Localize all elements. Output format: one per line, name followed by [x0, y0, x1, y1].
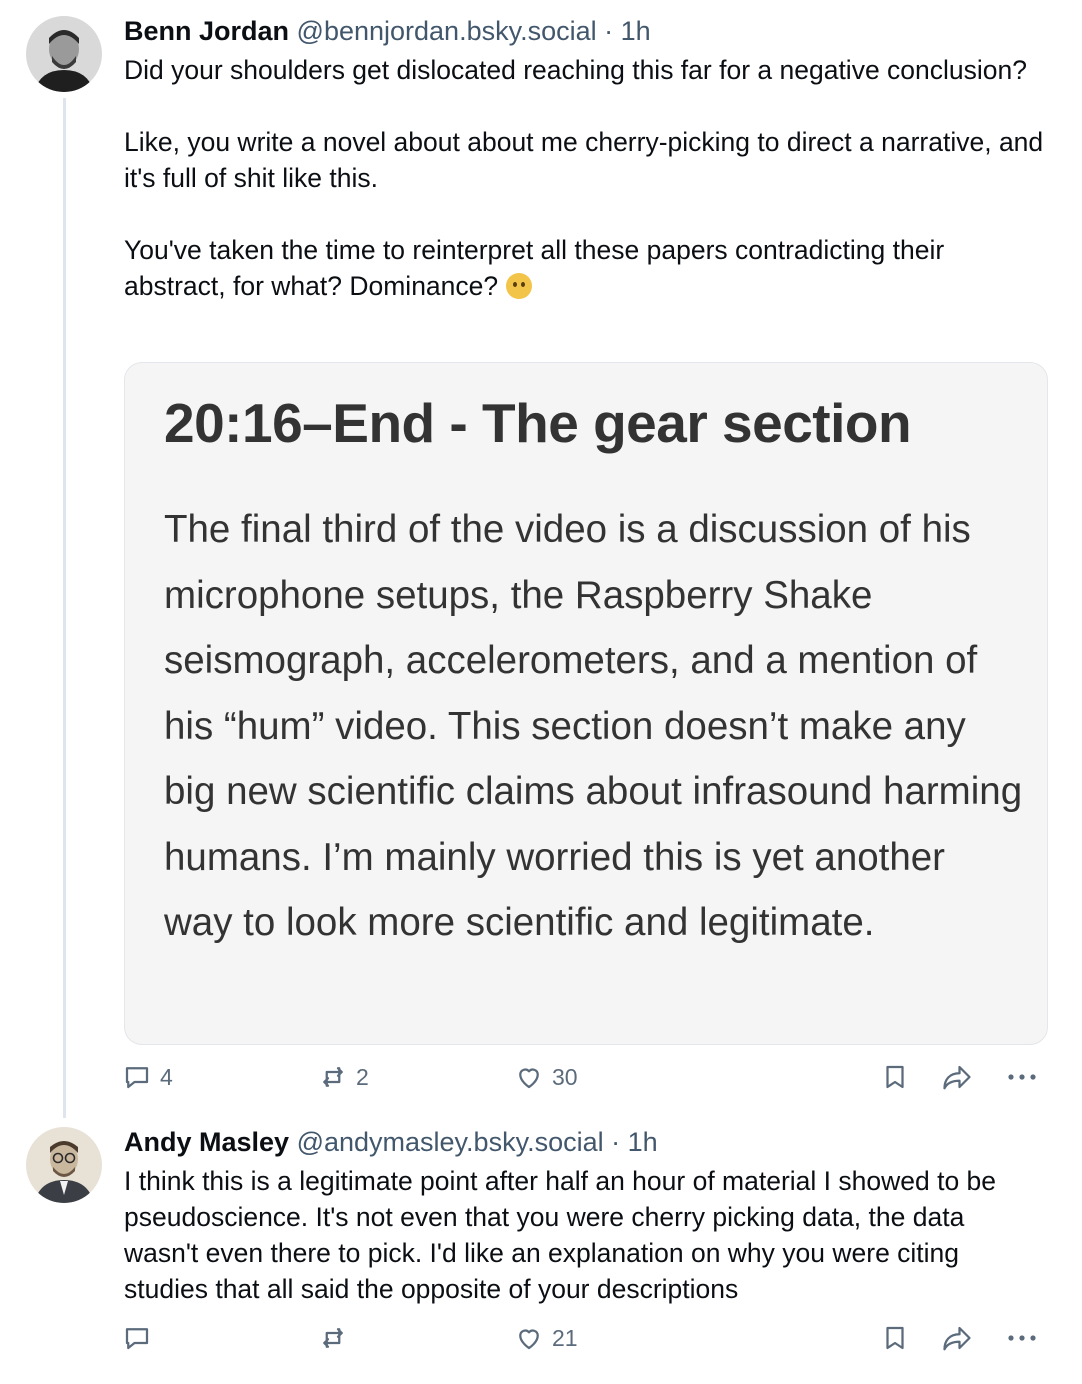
- reply-button[interactable]: 4: [122, 1062, 173, 1092]
- author-handle[interactable]: @andymasley.bsky.social: [297, 1127, 604, 1157]
- more-icon: [1008, 1074, 1036, 1080]
- avatar[interactable]: [26, 16, 102, 92]
- bookmark-icon: [886, 1326, 904, 1350]
- embed-title: 20:16–End - The gear section: [164, 392, 912, 454]
- post-paragraph: Like, you write a novel about about me c…: [124, 127, 1044, 193]
- author-name[interactable]: Andy Masley: [124, 1127, 289, 1157]
- image-embed[interactable]: 20:16–End - The gear section The final t…: [124, 362, 1048, 1045]
- thread-line: [63, 98, 66, 1118]
- post-text: I think this is a legitimate point after…: [124, 1163, 1044, 1307]
- meta-separator: ·: [611, 1127, 621, 1157]
- repost-button[interactable]: [318, 1323, 356, 1353]
- share-icon: [943, 1326, 971, 1351]
- post-text: Did your shoulders get dislocated reachi…: [124, 52, 1044, 304]
- repost-icon: [323, 1067, 343, 1087]
- reply-button[interactable]: [122, 1323, 160, 1353]
- more-icon: [1008, 1335, 1036, 1341]
- embed-body: The final third of the video is a discus…: [164, 508, 1023, 944]
- post-time[interactable]: 1h: [628, 1127, 658, 1157]
- author-name[interactable]: Benn Jordan: [124, 16, 289, 46]
- author-handle[interactable]: @bennjordan.bsky.social: [297, 16, 597, 46]
- more-options-button[interactable]: [1006, 1323, 1038, 1353]
- reply-icon: [125, 1067, 149, 1089]
- share-icon: [943, 1065, 971, 1090]
- post-time[interactable]: 1h: [621, 16, 651, 46]
- repost-icon: [323, 1328, 343, 1348]
- reply-icon: [125, 1328, 149, 1350]
- repost-count: 2: [356, 1063, 369, 1090]
- meta-separator: ·: [604, 16, 614, 46]
- like-count: 30: [552, 1063, 578, 1090]
- more-options-button[interactable]: [1006, 1062, 1038, 1092]
- post-actions: 4 2 30: [118, 1062, 1048, 1102]
- reply-count: 4: [160, 1063, 173, 1090]
- like-button[interactable]: 21: [514, 1323, 578, 1353]
- like-icon: [519, 1329, 539, 1350]
- bookmark-button[interactable]: [880, 1062, 910, 1092]
- post-header: Andy Masley @andymasley.bsky.social · 1h: [124, 1125, 1044, 1159]
- share-button[interactable]: [940, 1062, 974, 1092]
- post-paragraph: You've taken the time to reinterpret all…: [124, 232, 1044, 304]
- like-count: 21: [552, 1324, 578, 1351]
- thinking-face-emoji-icon: [505, 273, 532, 299]
- post-paragraph-text: You've taken the time to reinterpret all…: [124, 235, 945, 301]
- like-icon: [519, 1068, 539, 1089]
- post-header: Benn Jordan @bennjordan.bsky.social · 1h: [124, 14, 1044, 48]
- bookmark-icon: [886, 1065, 904, 1089]
- post-actions: 21: [118, 1323, 1048, 1363]
- post-paragraph: Did your shoulders get dislocated reachi…: [124, 55, 1027, 85]
- post-paragraph: I think this is a legitimate point after…: [124, 1166, 997, 1304]
- like-button[interactable]: 30: [514, 1062, 578, 1092]
- repost-button[interactable]: 2: [318, 1062, 369, 1092]
- bookmark-button[interactable]: [880, 1323, 910, 1353]
- share-button[interactable]: [940, 1323, 974, 1353]
- avatar[interactable]: [26, 1127, 102, 1203]
